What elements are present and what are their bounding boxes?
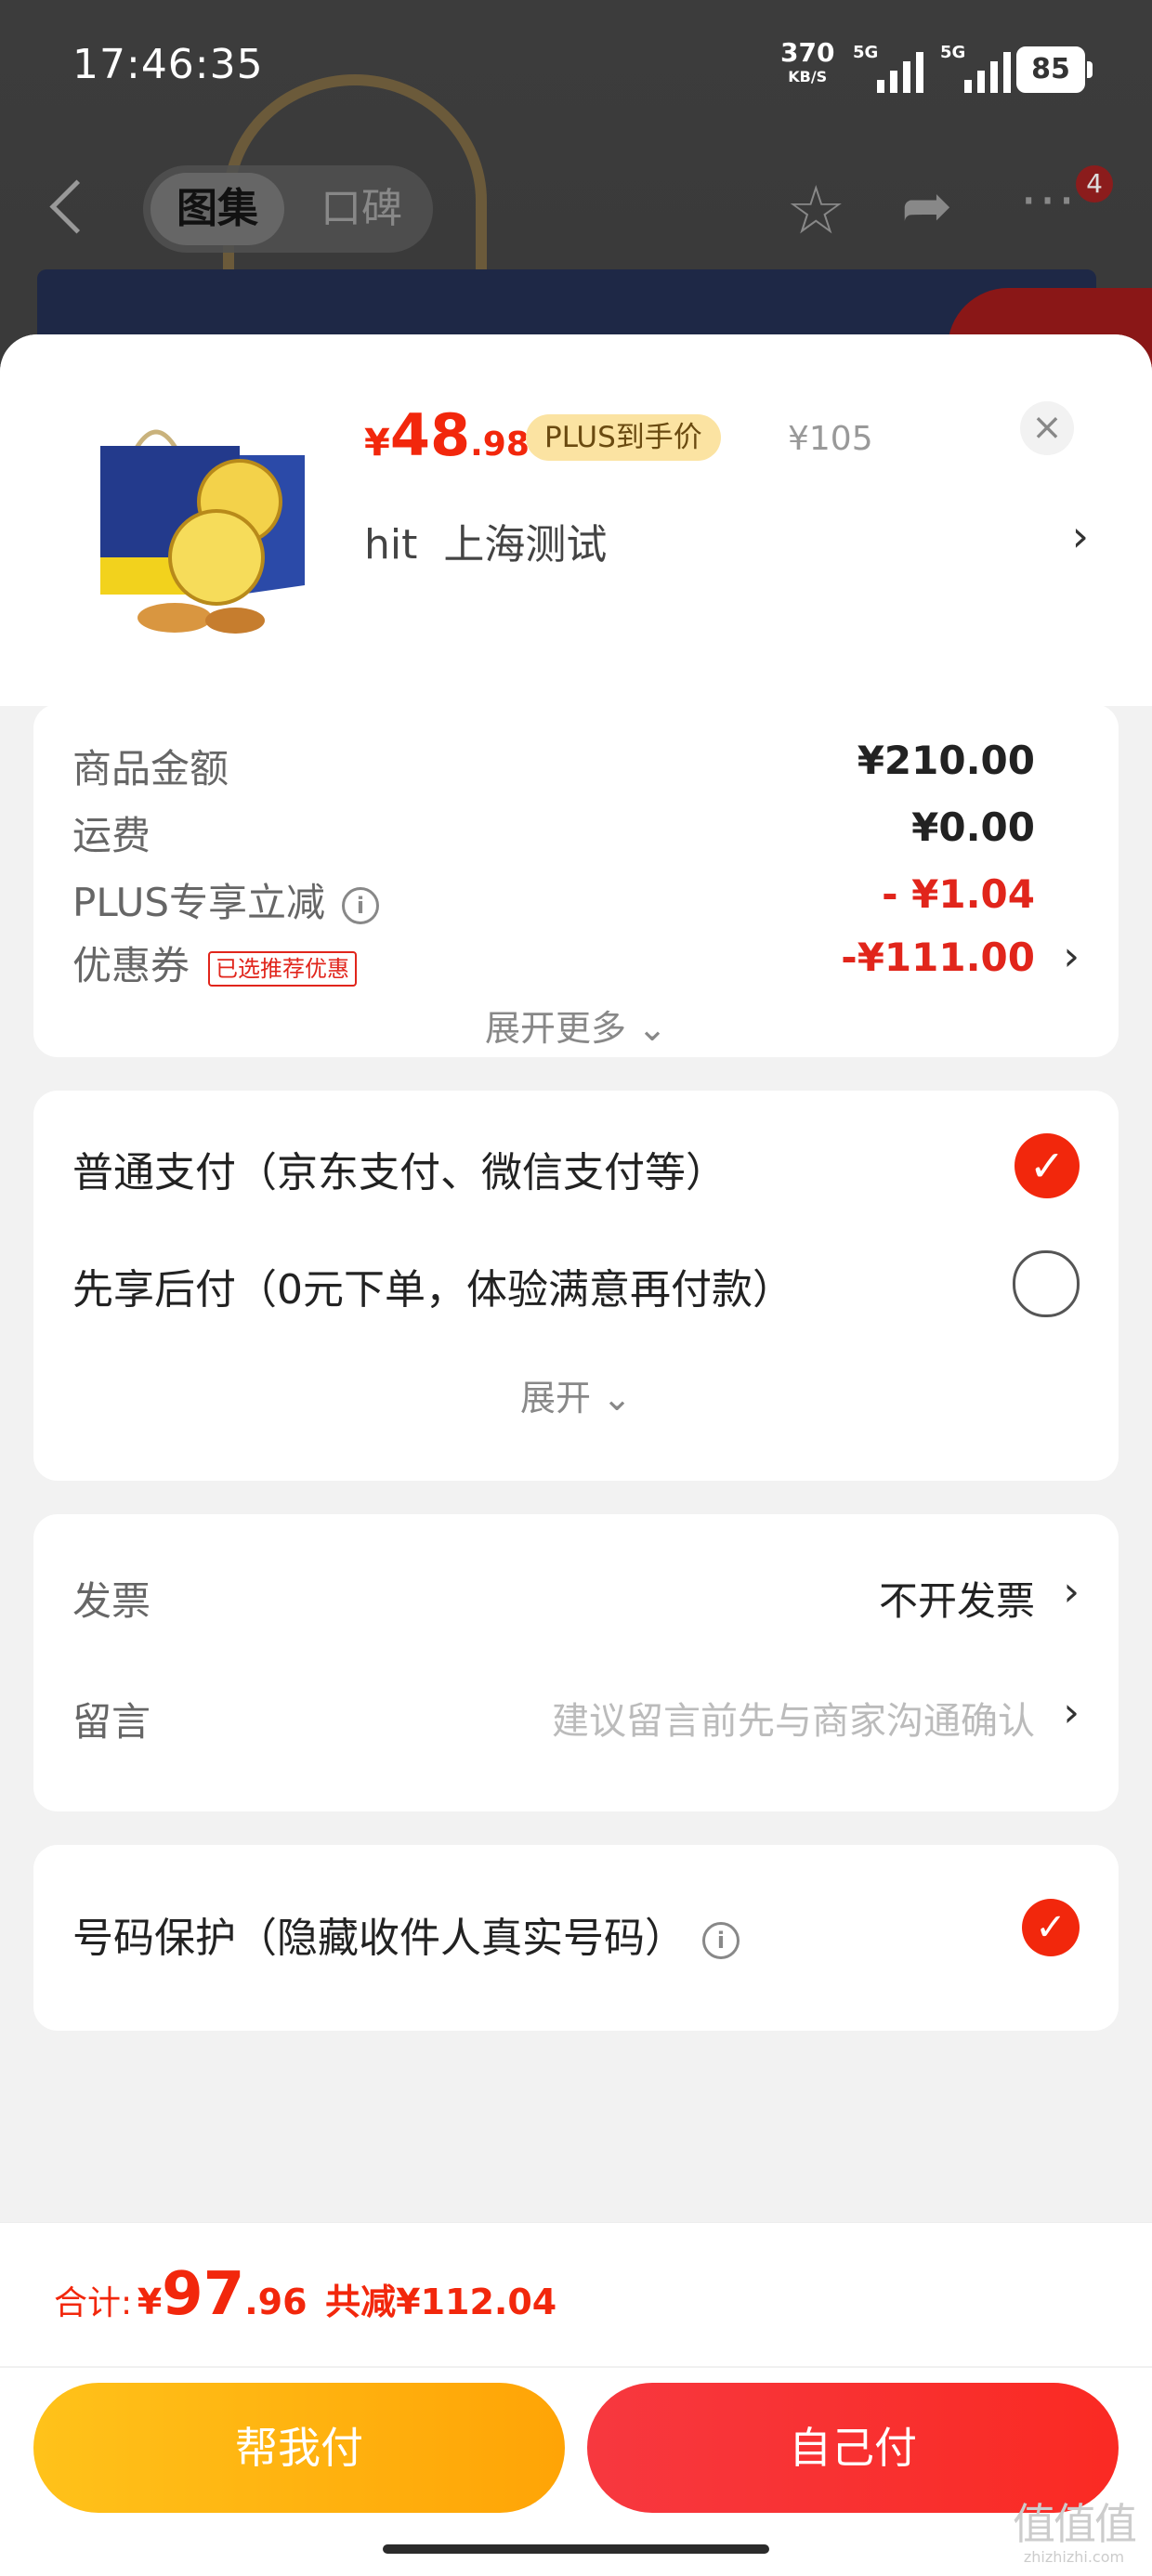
coupon-value: -¥111.00 bbox=[841, 935, 1035, 980]
coupon-row[interactable]: 优惠券 已选推荐优惠 -¥111.00 › bbox=[72, 933, 1080, 991]
chevron-right-icon: › bbox=[1063, 1689, 1080, 1736]
payment-option-normal[interactable]: 普通支付（京东支付、微信支付等） ✓ bbox=[72, 1133, 1080, 1198]
network-speed-unit: KB/S bbox=[788, 68, 828, 85]
product-summary: ¥48.98 PLUS到手价 ¥105 × hit 上海测试 › bbox=[0, 334, 1152, 706]
price-integer: 48 bbox=[389, 401, 471, 469]
chevron-right-icon: › bbox=[1071, 511, 1089, 561]
product-thumbnail bbox=[100, 429, 305, 634]
number-privacy-row[interactable]: 号码保护（隐藏收件人真实号码） i ✓ bbox=[72, 1899, 1080, 1962]
coupon-tag: 已选推荐优惠 bbox=[208, 950, 358, 987]
payment-option-normal-label: 普通支付（京东支付、微信支付等） bbox=[72, 1149, 727, 1196]
home-indicator[interactable] bbox=[383, 2544, 769, 2554]
status-time: 17:46:35 bbox=[72, 41, 264, 88]
checkmark-selected-icon[interactable]: ✓ bbox=[1015, 1133, 1080, 1198]
back-icon[interactable] bbox=[49, 179, 104, 234]
checkout-bottom-bar: 合计: ¥97.96 共减¥112.04 帮我付 自己付 值值值 zhizhiz… bbox=[0, 2222, 1152, 2576]
radio-unselected-icon[interactable] bbox=[1013, 1250, 1080, 1317]
invoice-value: 不开发票 bbox=[878, 1578, 1035, 1624]
total-integer: 97 bbox=[162, 2260, 245, 2329]
checkmark-selected-icon[interactable]: ✓ bbox=[1022, 1899, 1080, 1956]
close-icon[interactable]: × bbox=[1020, 401, 1074, 455]
expand-more-button[interactable]: 展开更多 ⌄ bbox=[33, 1000, 1119, 1051]
payment-option-later[interactable]: 先享后付（0元下单，体验满意再付款） bbox=[72, 1250, 1080, 1317]
original-price: ¥105 bbox=[788, 420, 873, 458]
total-savings: 共减¥112.04 bbox=[325, 2282, 557, 2322]
chevron-right-icon: › bbox=[1063, 933, 1080, 980]
address-text: hit 上海测试 bbox=[364, 521, 608, 569]
shipping-label: 运费 bbox=[72, 813, 151, 858]
signal-label-2: 5G bbox=[940, 43, 966, 62]
number-privacy-label: 号码保护（隐藏收件人真实号码） i bbox=[72, 1904, 740, 1964]
shipping-value: ¥0.00 bbox=[911, 804, 1035, 850]
more-icon[interactable]: ··· bbox=[1020, 169, 1077, 232]
watermark-logo: 值值值 zhizhizhi.com bbox=[1013, 2499, 1137, 2566]
shipping-row: 运费 ¥0.00 bbox=[72, 804, 1080, 860]
tab-reviews[interactable]: 口碑 bbox=[301, 173, 422, 245]
plus-price: ¥48.98 bbox=[364, 401, 530, 469]
goods-amount-label: 商品金额 bbox=[72, 746, 229, 791]
signal-label: 5G bbox=[853, 43, 879, 62]
battery-icon: 85 bbox=[1016, 46, 1093, 93]
network-speed-value: 370 bbox=[780, 37, 835, 68]
total-label: 合计: bbox=[54, 2284, 133, 2322]
share-icon[interactable]: ➦ bbox=[901, 173, 952, 240]
tab-gallery[interactable]: 图集 bbox=[151, 173, 284, 245]
price-currency: ¥ bbox=[364, 422, 390, 464]
info-icon[interactable]: i bbox=[342, 886, 380, 924]
message-placeholder: 建议留言前先与商家沟通确认 bbox=[552, 1700, 1035, 1743]
chevron-right-icon: › bbox=[1063, 1568, 1080, 1615]
plus-discount-label-text: PLUS专享立减 bbox=[72, 880, 326, 925]
goods-amount-row: 商品金额 ¥210.00 bbox=[72, 738, 1080, 793]
network-speed: 370 KB/S bbox=[780, 40, 834, 89]
invoice-label: 发票 bbox=[72, 1578, 151, 1624]
chevron-down-icon: ⌄ bbox=[602, 1378, 632, 1419]
message-label: 留言 bbox=[72, 1699, 151, 1745]
message-row[interactable]: 留言 建议留言前先与商家沟通确认 › bbox=[72, 1689, 1080, 1746]
watermark-text: 值值值 bbox=[1013, 2499, 1137, 2549]
payment-option-later-label: 先享后付（0元下单，体验满意再付款） bbox=[72, 1266, 793, 1314]
expand-payment-label: 展开 bbox=[520, 1378, 592, 1419]
chevron-down-icon: ⌄ bbox=[637, 1008, 667, 1049]
address-row[interactable]: hit 上海测试 › bbox=[364, 511, 1089, 569]
invoice-message-card: 发票 不开发票 › 留言 建议留言前先与商家沟通确认 › bbox=[33, 1514, 1119, 1811]
coupon-label: 优惠券 已选推荐优惠 bbox=[72, 935, 358, 991]
pay-myself-button[interactable]: 自己付 bbox=[587, 2383, 1119, 2513]
signal-icon-2: 5G bbox=[940, 43, 1015, 93]
status-bar: 17:46:35 370 KB/S 5G 5G 85 bbox=[0, 0, 1152, 130]
number-privacy-label-text: 号码保护（隐藏收件人真实号码） bbox=[72, 1915, 686, 1962]
info-icon[interactable]: i bbox=[702, 1922, 740, 1959]
plus-discount-label: PLUS专享立减 i bbox=[72, 871, 380, 928]
amount-details-card: 商品金额 ¥210.00 运费 ¥0.00 PLUS专享立减 i - ¥1.04 … bbox=[33, 704, 1119, 1057]
coupon-label-text: 优惠券 bbox=[72, 943, 190, 988]
total-row: 合计: ¥97.96 共减¥112.04 bbox=[54, 2260, 556, 2334]
divider bbox=[0, 2366, 1152, 2368]
notification-badge: 4 bbox=[1076, 165, 1113, 203]
star-icon[interactable]: ☆ bbox=[786, 177, 846, 243]
number-privacy-card: 号码保护（隐藏收件人真实号码） i ✓ bbox=[33, 1845, 1119, 2031]
plus-discount-row: PLUS专享立减 i - ¥1.04 bbox=[72, 871, 1080, 927]
expand-payment-button[interactable]: 展开 ⌄ bbox=[33, 1369, 1119, 1420]
plus-price-badge: PLUS到手价 bbox=[526, 414, 721, 461]
invoice-row[interactable]: 发票 不开发票 › bbox=[72, 1568, 1080, 1626]
media-tab-switcher: 图集 口碑 bbox=[143, 165, 433, 253]
watermark-domain: zhizhizhi.com bbox=[1023, 2548, 1125, 2566]
goods-amount-value: ¥210.00 bbox=[857, 738, 1035, 783]
total-currency: ¥ bbox=[137, 2282, 163, 2322]
signal-icon: 5G bbox=[853, 43, 927, 93]
price-decimal: .98 bbox=[470, 425, 530, 464]
total-decimal: .96 bbox=[244, 2282, 308, 2322]
top-nav: 图集 口碑 ☆ ➦ ··· 4 bbox=[0, 149, 1152, 279]
expand-more-label: 展开更多 bbox=[485, 1008, 627, 1049]
plus-discount-value: - ¥1.04 bbox=[882, 871, 1035, 917]
payment-method-card: 普通支付（京东支付、微信支付等） ✓ 先享后付（0元下单，体验满意再付款） 展开… bbox=[33, 1091, 1119, 1481]
help-me-pay-button[interactable]: 帮我付 bbox=[33, 2383, 565, 2513]
